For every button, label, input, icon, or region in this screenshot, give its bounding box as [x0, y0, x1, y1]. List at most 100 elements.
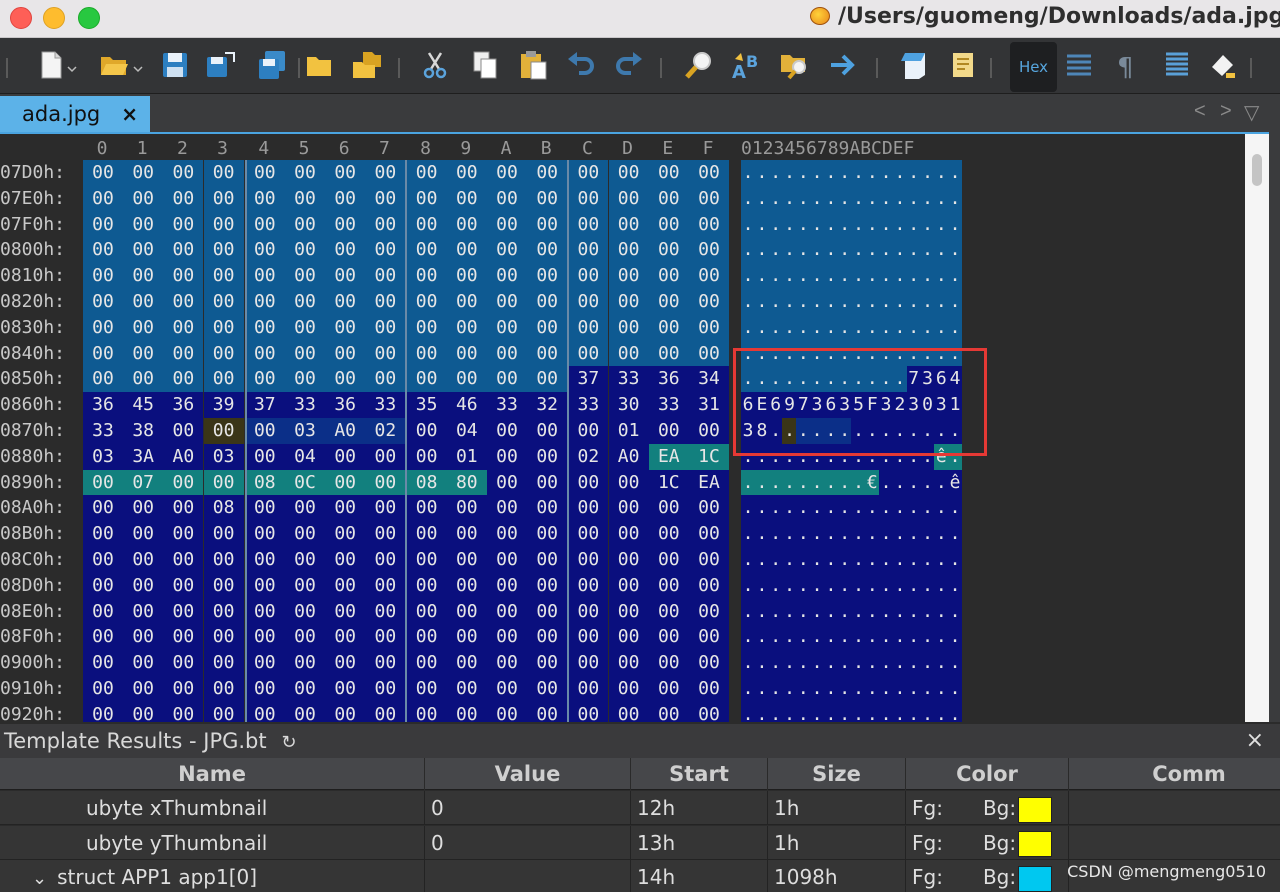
hex-byte[interactable]: 00 — [163, 237, 204, 264]
hex-byte[interactable]: 00 — [244, 314, 285, 341]
hex-byte[interactable]: 00 — [83, 547, 123, 573]
hex-byte[interactable]: 00 — [203, 598, 244, 625]
ascii-char[interactable]: . — [741, 701, 756, 722]
bg-color-swatch[interactable] — [1018, 865, 1053, 892]
ascii-char[interactable]: . — [879, 237, 894, 264]
hex-byte[interactable]: 08 — [244, 469, 285, 496]
hex-byte[interactable]: 00 — [244, 521, 285, 548]
ascii-char[interactable]: . — [906, 185, 921, 212]
hex-byte[interactable]: 00 — [244, 160, 285, 186]
hex-byte[interactable]: 00 — [83, 598, 123, 625]
hex-byte[interactable]: 00 — [123, 676, 164, 702]
hex-byte[interactable]: 00 — [285, 495, 325, 522]
ascii-char[interactable]: . — [865, 211, 880, 238]
hex-byte[interactable]: 00 — [608, 624, 649, 651]
hex-byte[interactable]: 00 — [325, 211, 366, 238]
ascii-char[interactable]: . — [865, 598, 880, 625]
ascii-char[interactable]: . — [823, 160, 838, 186]
ascii-char[interactable]: . — [948, 521, 963, 548]
hex-byte[interactable]: 00 — [608, 676, 649, 702]
save-icon[interactable] — [158, 48, 192, 82]
ascii-char[interactable]: . — [920, 676, 935, 702]
ascii-char[interactable]: . — [906, 211, 921, 238]
tab-ada-jpg[interactable]: ada.jpg × — [0, 96, 150, 132]
hex-byte[interactable]: 00 — [203, 650, 244, 677]
close-window-button[interactable] — [10, 7, 32, 29]
hex-byte[interactable]: 80 — [446, 469, 487, 496]
ascii-char[interactable]: . — [837, 185, 852, 212]
hex-byte[interactable]: 00 — [365, 289, 406, 315]
ascii-char[interactable]: . — [810, 676, 825, 702]
hex-byte[interactable]: 00 — [568, 160, 609, 186]
ascii-char[interactable]: . — [892, 572, 907, 599]
hex-byte[interactable]: 00 — [648, 211, 689, 238]
hex-byte[interactable]: 00 — [244, 676, 285, 702]
hex-byte[interactable]: 00 — [83, 650, 123, 677]
hex-byte[interactable]: 00 — [163, 572, 204, 599]
ascii-char[interactable]: . — [823, 650, 838, 677]
hex-byte[interactable]: 00 — [123, 598, 164, 625]
hex-byte[interactable]: 00 — [527, 650, 568, 677]
ascii-char[interactable]: . — [782, 237, 797, 264]
hex-byte[interactable]: 00 — [203, 521, 244, 548]
close-panel-icon[interactable]: × — [1246, 724, 1264, 758]
hex-byte[interactable]: 00 — [365, 211, 406, 238]
hex-byte[interactable]: 02 — [365, 418, 406, 444]
hex-byte[interactable]: 00 — [608, 521, 649, 548]
hex-byte[interactable]: 00 — [648, 314, 689, 341]
hex-byte[interactable]: 00 — [689, 676, 729, 702]
hex-byte[interactable]: 35 — [406, 392, 447, 419]
ascii-char[interactable]: . — [948, 495, 963, 522]
ascii-char[interactable]: . — [920, 263, 935, 290]
hex-byte[interactable]: 00 — [568, 650, 609, 677]
hex-byte[interactable]: 00 — [608, 469, 649, 496]
ascii-char[interactable]: . — [865, 676, 880, 702]
hex-byte[interactable]: 00 — [285, 598, 325, 625]
ascii-char[interactable]: . — [934, 495, 949, 522]
ascii-char[interactable]: . — [879, 211, 894, 238]
hex-byte[interactable]: 00 — [568, 185, 609, 212]
ascii-char[interactable]: . — [879, 676, 894, 702]
hex-byte[interactable]: 00 — [325, 469, 366, 496]
ascii-char[interactable]: . — [810, 185, 825, 212]
hex-byte[interactable]: 00 — [325, 443, 366, 470]
hex-byte[interactable]: 00 — [325, 314, 366, 341]
hex-byte[interactable]: 00 — [446, 650, 487, 677]
hex-byte[interactable]: 00 — [608, 314, 649, 341]
hex-byte[interactable]: 00 — [487, 340, 527, 367]
hex-byte[interactable]: 00 — [527, 469, 568, 496]
hex-byte[interactable]: 00 — [648, 598, 689, 625]
hex-byte[interactable]: 00 — [689, 314, 729, 341]
hex-byte[interactable]: 00 — [365, 263, 406, 290]
hex-byte[interactable]: 00 — [163, 521, 204, 548]
hex-byte[interactable]: 00 — [689, 340, 729, 367]
hex-byte[interactable]: 00 — [244, 443, 285, 470]
hex-byte[interactable]: 00 — [487, 676, 527, 702]
ascii-char[interactable]: . — [892, 598, 907, 625]
expand-chevron-icon[interactable]: ⌄ — [32, 868, 47, 889]
hex-byte[interactable]: 00 — [689, 521, 729, 548]
ascii-char[interactable]: . — [796, 289, 811, 315]
hex-byte[interactable]: 32 — [527, 392, 568, 419]
hex-byte[interactable]: 01 — [446, 443, 487, 470]
hex-byte[interactable]: 00 — [527, 211, 568, 238]
open-folder-icon[interactable] — [97, 48, 131, 82]
hex-byte[interactable]: 00 — [83, 572, 123, 599]
hex-byte[interactable]: 00 — [648, 547, 689, 573]
ascii-char[interactable]: . — [920, 160, 935, 186]
hex-byte[interactable]: 00 — [163, 314, 204, 341]
ascii-char[interactable]: . — [948, 650, 963, 677]
hex-byte[interactable]: 00 — [123, 366, 164, 393]
ascii-char[interactable]: . — [906, 263, 921, 290]
hex-byte[interactable]: 00 — [285, 676, 325, 702]
ascii-char[interactable]: . — [796, 185, 811, 212]
ascii-char[interactable]: . — [906, 572, 921, 599]
hex-byte[interactable]: 37 — [244, 392, 285, 419]
ascii-char[interactable]: . — [934, 160, 949, 186]
ascii-char[interactable]: . — [948, 211, 963, 238]
hex-byte[interactable]: 00 — [446, 547, 487, 573]
hex-byte[interactable]: 00 — [527, 160, 568, 186]
hex-byte[interactable]: 00 — [203, 572, 244, 599]
hex-byte[interactable]: 36 — [163, 392, 204, 419]
hex-byte[interactable]: 00 — [123, 237, 164, 264]
